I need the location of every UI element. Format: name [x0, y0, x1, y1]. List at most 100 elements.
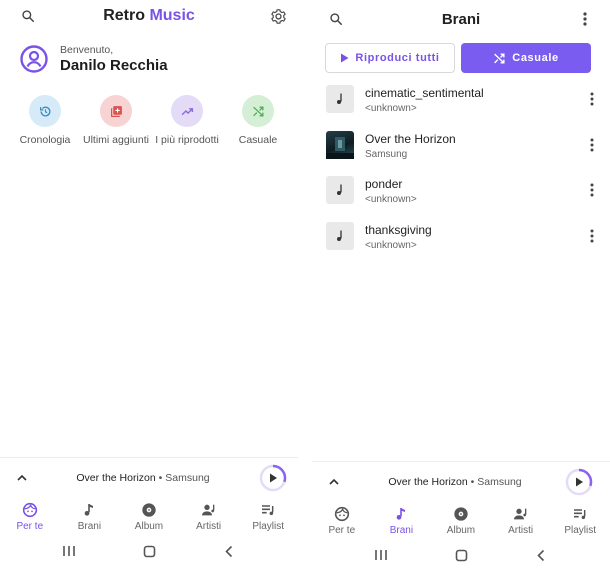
mini-player-separator: •	[158, 471, 163, 484]
playlist-add-icon	[100, 95, 132, 127]
nav-playlists[interactable]: Playlist	[552, 506, 608, 546]
recents-icon[interactable]	[371, 547, 391, 563]
app-title: Retro Music	[0, 7, 298, 25]
shuffle-icon	[242, 95, 274, 127]
song-title: Over the Horizon	[365, 131, 456, 146]
action-row: Riproduci tutti Casuale	[325, 43, 591, 73]
mini-player[interactable]: Over the Horizon • Samsung	[312, 461, 610, 501]
song-title: cinematic_sentimental	[365, 86, 484, 100]
shortcut-most-played[interactable]: I più riprodotti	[152, 95, 222, 146]
shortcut-recently-added-label: Ultimi aggiunti	[83, 134, 149, 146]
nav-songs-label: Brani	[77, 521, 102, 532]
nav-for-you-label: Per te	[328, 525, 356, 536]
more-vert-icon[interactable]	[590, 229, 598, 245]
face-icon	[334, 506, 349, 522]
play-button[interactable]	[565, 468, 593, 496]
nav-playlists-label: Playlist	[252, 521, 285, 532]
trending-up-icon	[171, 95, 203, 127]
settings-gear-icon[interactable]	[266, 5, 290, 27]
mini-player[interactable]: Over the Horizon • Samsung	[0, 457, 298, 497]
music-note-icon	[326, 221, 354, 250]
greeting-text: Benvenuto,	[60, 44, 114, 56]
nav-artists[interactable]: Artisti	[493, 506, 549, 546]
system-navigation	[0, 541, 298, 561]
list-item[interactable]: ponder <unknown>	[312, 174, 610, 220]
nav-for-you[interactable]: Per te	[2, 502, 58, 542]
recents-icon[interactable]	[59, 543, 79, 559]
shortcut-row: Cronologia Ultimi aggiunti I più riprodo…	[10, 95, 293, 146]
system-navigation	[312, 545, 610, 565]
home-icon[interactable]	[451, 547, 471, 563]
list-item[interactable]: thanksgiving <unknown>	[312, 220, 610, 266]
album-icon	[454, 507, 468, 521]
artist-icon	[513, 508, 526, 520]
play-all-label: Riproduci tutti	[355, 52, 440, 64]
song-artist: <unknown>	[365, 103, 417, 114]
play-icon	[341, 53, 349, 63]
mini-player-title: Over the Horizon	[388, 475, 468, 488]
shuffle-icon	[494, 52, 505, 64]
nav-songs-label: Brani	[389, 525, 414, 536]
nav-playlists[interactable]: Playlist	[240, 502, 296, 542]
shuffle-label: Casuale	[512, 52, 559, 64]
more-vert-icon[interactable]	[578, 10, 592, 28]
song-title: ponder	[365, 177, 403, 191]
user-name: Danilo Recchia	[60, 57, 168, 74]
nav-albums-label: Album	[446, 525, 476, 536]
song-artist: <unknown>	[365, 239, 417, 251]
nav-songs[interactable]: Brani	[61, 502, 117, 542]
nav-albums[interactable]: Album	[433, 506, 489, 546]
nav-for-you[interactable]: Per te	[314, 506, 370, 546]
music-note-icon	[326, 176, 354, 204]
mini-player-artist: Samsung	[477, 475, 522, 488]
more-vert-icon[interactable]	[590, 138, 598, 154]
music-note-icon	[326, 85, 354, 113]
shortcut-most-played-label: I più riprodotti	[155, 134, 219, 146]
shuffle-button[interactable]: Casuale	[461, 43, 591, 73]
nav-for-you-label: Per te	[16, 521, 44, 532]
music-note-icon	[397, 508, 406, 520]
song-title: thanksgiving	[365, 222, 432, 237]
user-profile[interactable]: Benvenuto, Danilo Recchia	[20, 44, 168, 74]
artist-icon	[201, 504, 214, 516]
mini-player-track: Over the Horizon • Samsung	[352, 476, 558, 488]
chevron-up-icon[interactable]	[14, 470, 30, 486]
shortcut-shuffle-label: Casuale	[238, 134, 278, 146]
list-item[interactable]: Over the Horizon Samsung	[312, 129, 610, 175]
mini-player-title: Over the Horizon	[76, 471, 156, 484]
music-note-icon	[85, 504, 94, 516]
page-title: Brani	[441, 11, 481, 28]
playlist-icon	[574, 509, 586, 520]
chevron-up-icon[interactable]	[326, 474, 342, 490]
more-vert-icon[interactable]	[590, 183, 598, 199]
nav-artists[interactable]: Artisti	[181, 502, 237, 542]
shortcut-recently-added[interactable]: Ultimi aggiunti	[81, 95, 151, 146]
bottom-navigation: Per te Brani Album Artisti Playlist	[312, 506, 610, 546]
playlist-icon	[262, 505, 274, 516]
shortcut-shuffle[interactable]: Casuale	[223, 95, 293, 146]
home-icon[interactable]	[139, 543, 159, 559]
list-item[interactable]: cinematic_sentimental <unknown>	[312, 83, 610, 129]
app-title-accent: Music	[149, 7, 195, 24]
back-icon[interactable]	[531, 547, 551, 563]
play-all-button[interactable]: Riproduci tutti	[325, 43, 455, 73]
nav-playlists-label: Playlist	[564, 525, 597, 536]
bottom-navigation: Per te Brani Album Artisti Playlist	[0, 502, 298, 542]
face-icon	[22, 502, 37, 518]
avatar-icon	[20, 45, 48, 73]
nav-artists-label: Artisti	[196, 521, 222, 532]
album-art	[326, 130, 354, 159]
album-icon	[142, 503, 156, 517]
song-list: cinematic_sentimental <unknown> Over the…	[312, 83, 610, 265]
nav-songs[interactable]: Brani	[373, 506, 429, 546]
play-button[interactable]	[259, 464, 287, 492]
nav-albums[interactable]: Album	[121, 502, 177, 542]
shortcut-history-label: Cronologia	[19, 134, 71, 146]
nav-artists-label: Artisti	[508, 525, 534, 536]
more-vert-icon[interactable]	[590, 92, 598, 108]
app-title-main: Retro	[103, 7, 145, 24]
nav-albums-label: Album	[134, 521, 164, 532]
shortcut-history[interactable]: Cronologia	[10, 95, 80, 146]
back-icon[interactable]	[219, 543, 239, 559]
mini-player-track: Over the Horizon • Samsung	[40, 472, 246, 484]
